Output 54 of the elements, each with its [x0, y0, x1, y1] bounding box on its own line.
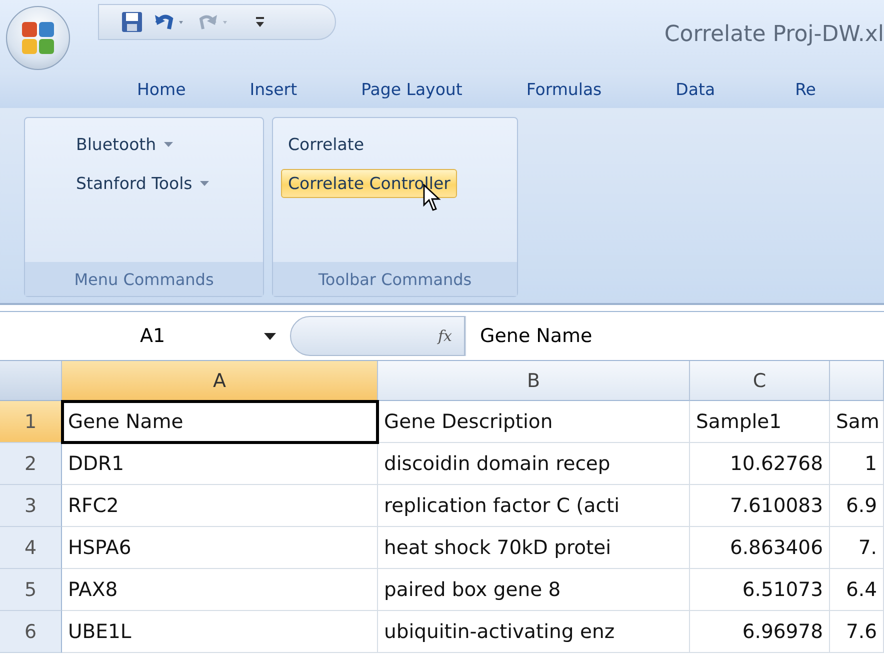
row-header[interactable]: 4: [0, 527, 62, 569]
table-cell: UBE1L: [62, 611, 378, 653]
save-icon[interactable]: [121, 11, 143, 33]
table-cell: DDR1: [62, 443, 378, 485]
table-cell: HSPA6: [62, 527, 378, 569]
customize-icon[interactable]: [255, 15, 265, 29]
formula-field[interactable]: Gene Name: [465, 316, 884, 356]
table-cell: 7.: [830, 527, 884, 569]
table-cell: heat shock 70kD protei: [378, 527, 690, 569]
dropdown-arrow-icon[interactable]: [264, 332, 276, 340]
row-header[interactable]: 3: [0, 485, 62, 527]
dropdown-arrow-icon: [164, 142, 174, 148]
table-cell: 7.6: [830, 611, 884, 653]
name-box[interactable]: A1: [0, 316, 290, 356]
table-cell: PAX8: [62, 569, 378, 611]
column-header[interactable]: B: [378, 361, 690, 401]
table-cell: Gene Name: [62, 401, 378, 443]
table-cell: ubiquitin-activating enz: [378, 611, 690, 653]
table-cell: 6.51073: [690, 569, 830, 611]
table-cell: 1: [830, 443, 884, 485]
ribbon-tab[interactable]: Page Layout: [350, 75, 474, 103]
ribbon-tab[interactable]: Re: [784, 75, 827, 103]
dropdown-arrow-icon: [200, 180, 210, 186]
table-cell: 6.9: [830, 485, 884, 527]
ribbon-tab[interactable]: Data: [664, 75, 726, 103]
table-cell: 6.96978: [690, 611, 830, 653]
row-header[interactable]: 2: [0, 443, 62, 485]
function-icon[interactable]: fx: [438, 327, 452, 345]
table-cell: 6.863406: [690, 527, 830, 569]
table-cell: RFC2: [62, 485, 378, 527]
ribbon-tab[interactable]: Insert: [238, 75, 308, 103]
row-header[interactable]: 6: [0, 611, 62, 653]
row-header[interactable]: 5: [0, 569, 62, 611]
table-cell: 6.4: [830, 569, 884, 611]
ribbon-tab[interactable]: Formulas: [515, 75, 613, 103]
group-label: Menu Commands: [25, 262, 263, 296]
table-cell: Gene Description: [378, 401, 690, 443]
row-header[interactable]: 1: [0, 401, 62, 443]
table-cell: replication factor C (acti: [378, 485, 690, 527]
menu-button[interactable]: Stanford Tools: [69, 169, 216, 198]
ribbon-button[interactable]: Correlate: [281, 130, 371, 159]
table-cell: 7.610083: [690, 485, 830, 527]
office-logo-icon: [20, 20, 56, 56]
window-title: Correlate Proj-DW.xl: [664, 22, 884, 47]
ribbon-tab[interactable]: Home: [126, 75, 197, 103]
table-cell: Sample1: [690, 401, 830, 443]
table-cell: paired box gene 8: [378, 569, 690, 611]
group-label: Toolbar Commands: [273, 262, 517, 296]
table-cell: Sam: [830, 401, 884, 443]
table-cell: discoidin domain recep: [378, 443, 690, 485]
column-header[interactable]: A: [62, 361, 378, 401]
menu-button[interactable]: Bluetooth: [69, 130, 180, 159]
column-header[interactable]: C: [690, 361, 830, 401]
table-cell: 10.62768: [690, 443, 830, 485]
